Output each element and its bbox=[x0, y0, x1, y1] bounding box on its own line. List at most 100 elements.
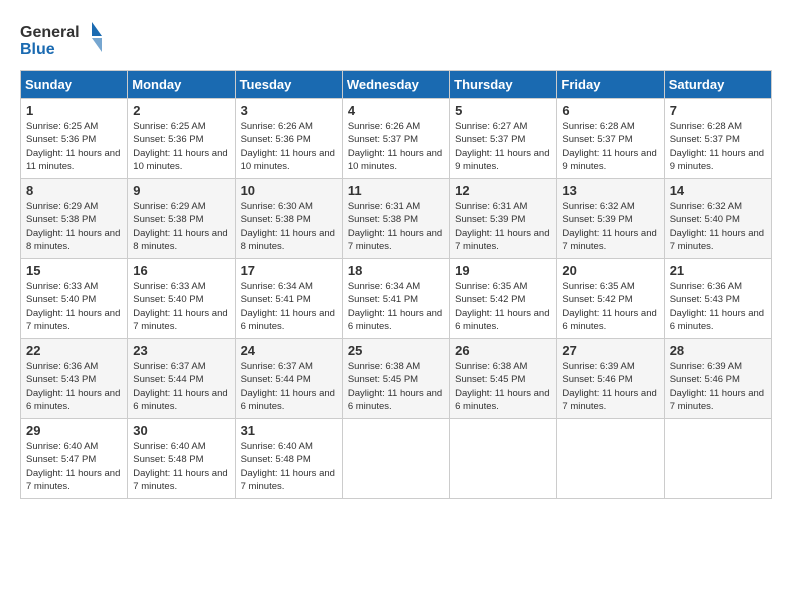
calendar-day-cell: 15 Sunrise: 6:33 AM Sunset: 5:40 PM Dayl… bbox=[21, 259, 128, 339]
calendar-day-cell: 23 Sunrise: 6:37 AM Sunset: 5:44 PM Dayl… bbox=[128, 339, 235, 419]
logo-svg: General Blue bbox=[20, 20, 110, 60]
svg-text:Blue: Blue bbox=[20, 41, 55, 58]
weekday-header: Thursday bbox=[450, 71, 557, 99]
day-info: Sunrise: 6:36 AM Sunset: 5:43 PM Dayligh… bbox=[26, 360, 122, 413]
day-info: Sunrise: 6:27 AM Sunset: 5:37 PM Dayligh… bbox=[455, 120, 551, 173]
day-number: 6 bbox=[562, 103, 658, 118]
day-number: 16 bbox=[133, 263, 229, 278]
calendar-header-row: SundayMondayTuesdayWednesdayThursdayFrid… bbox=[21, 71, 772, 99]
calendar-day-cell: 12 Sunrise: 6:31 AM Sunset: 5:39 PM Dayl… bbox=[450, 179, 557, 259]
day-info: Sunrise: 6:40 AM Sunset: 5:48 PM Dayligh… bbox=[133, 440, 229, 493]
weekday-header: Saturday bbox=[664, 71, 771, 99]
weekday-header: Sunday bbox=[21, 71, 128, 99]
day-info: Sunrise: 6:26 AM Sunset: 5:36 PM Dayligh… bbox=[241, 120, 337, 173]
day-info: Sunrise: 6:38 AM Sunset: 5:45 PM Dayligh… bbox=[455, 360, 551, 413]
calendar-day-cell bbox=[342, 419, 449, 499]
calendar-day-cell: 17 Sunrise: 6:34 AM Sunset: 5:41 PM Dayl… bbox=[235, 259, 342, 339]
day-info: Sunrise: 6:40 AM Sunset: 5:47 PM Dayligh… bbox=[26, 440, 122, 493]
calendar-week-row: 15 Sunrise: 6:33 AM Sunset: 5:40 PM Dayl… bbox=[21, 259, 772, 339]
day-number: 7 bbox=[670, 103, 766, 118]
calendar-day-cell: 22 Sunrise: 6:36 AM Sunset: 5:43 PM Dayl… bbox=[21, 339, 128, 419]
day-number: 10 bbox=[241, 183, 337, 198]
calendar-day-cell: 4 Sunrise: 6:26 AM Sunset: 5:37 PM Dayli… bbox=[342, 99, 449, 179]
calendar-day-cell: 24 Sunrise: 6:37 AM Sunset: 5:44 PM Dayl… bbox=[235, 339, 342, 419]
day-info: Sunrise: 6:29 AM Sunset: 5:38 PM Dayligh… bbox=[133, 200, 229, 253]
day-info: Sunrise: 6:31 AM Sunset: 5:38 PM Dayligh… bbox=[348, 200, 444, 253]
day-number: 24 bbox=[241, 343, 337, 358]
calendar-day-cell: 6 Sunrise: 6:28 AM Sunset: 5:37 PM Dayli… bbox=[557, 99, 664, 179]
day-number: 9 bbox=[133, 183, 229, 198]
day-info: Sunrise: 6:37 AM Sunset: 5:44 PM Dayligh… bbox=[241, 360, 337, 413]
day-number: 14 bbox=[670, 183, 766, 198]
calendar-day-cell: 1 Sunrise: 6:25 AM Sunset: 5:36 PM Dayli… bbox=[21, 99, 128, 179]
calendar-day-cell: 21 Sunrise: 6:36 AM Sunset: 5:43 PM Dayl… bbox=[664, 259, 771, 339]
day-number: 21 bbox=[670, 263, 766, 278]
day-info: Sunrise: 6:39 AM Sunset: 5:46 PM Dayligh… bbox=[562, 360, 658, 413]
day-info: Sunrise: 6:35 AM Sunset: 5:42 PM Dayligh… bbox=[562, 280, 658, 333]
calendar-day-cell: 20 Sunrise: 6:35 AM Sunset: 5:42 PM Dayl… bbox=[557, 259, 664, 339]
weekday-header: Monday bbox=[128, 71, 235, 99]
day-number: 23 bbox=[133, 343, 229, 358]
calendar-day-cell: 28 Sunrise: 6:39 AM Sunset: 5:46 PM Dayl… bbox=[664, 339, 771, 419]
calendar-day-cell: 8 Sunrise: 6:29 AM Sunset: 5:38 PM Dayli… bbox=[21, 179, 128, 259]
day-number: 15 bbox=[26, 263, 122, 278]
day-info: Sunrise: 6:39 AM Sunset: 5:46 PM Dayligh… bbox=[670, 360, 766, 413]
day-info: Sunrise: 6:31 AM Sunset: 5:39 PM Dayligh… bbox=[455, 200, 551, 253]
day-number: 19 bbox=[455, 263, 551, 278]
calendar-week-row: 22 Sunrise: 6:36 AM Sunset: 5:43 PM Dayl… bbox=[21, 339, 772, 419]
day-number: 25 bbox=[348, 343, 444, 358]
day-info: Sunrise: 6:34 AM Sunset: 5:41 PM Dayligh… bbox=[241, 280, 337, 333]
calendar-body: 1 Sunrise: 6:25 AM Sunset: 5:36 PM Dayli… bbox=[21, 99, 772, 499]
day-info: Sunrise: 6:25 AM Sunset: 5:36 PM Dayligh… bbox=[26, 120, 122, 173]
calendar-day-cell: 9 Sunrise: 6:29 AM Sunset: 5:38 PM Dayli… bbox=[128, 179, 235, 259]
weekday-header: Wednesday bbox=[342, 71, 449, 99]
calendar-week-row: 29 Sunrise: 6:40 AM Sunset: 5:47 PM Dayl… bbox=[21, 419, 772, 499]
calendar-day-cell: 31 Sunrise: 6:40 AM Sunset: 5:48 PM Dayl… bbox=[235, 419, 342, 499]
day-info: Sunrise: 6:33 AM Sunset: 5:40 PM Dayligh… bbox=[133, 280, 229, 333]
day-number: 28 bbox=[670, 343, 766, 358]
day-number: 31 bbox=[241, 423, 337, 438]
day-number: 12 bbox=[455, 183, 551, 198]
day-info: Sunrise: 6:32 AM Sunset: 5:39 PM Dayligh… bbox=[562, 200, 658, 253]
calendar-day-cell: 7 Sunrise: 6:28 AM Sunset: 5:37 PM Dayli… bbox=[664, 99, 771, 179]
calendar-table: SundayMondayTuesdayWednesdayThursdayFrid… bbox=[20, 70, 772, 499]
day-info: Sunrise: 6:29 AM Sunset: 5:38 PM Dayligh… bbox=[26, 200, 122, 253]
day-info: Sunrise: 6:37 AM Sunset: 5:44 PM Dayligh… bbox=[133, 360, 229, 413]
weekday-header: Tuesday bbox=[235, 71, 342, 99]
day-info: Sunrise: 6:38 AM Sunset: 5:45 PM Dayligh… bbox=[348, 360, 444, 413]
day-info: Sunrise: 6:28 AM Sunset: 5:37 PM Dayligh… bbox=[670, 120, 766, 173]
day-number: 4 bbox=[348, 103, 444, 118]
calendar-day-cell: 19 Sunrise: 6:35 AM Sunset: 5:42 PM Dayl… bbox=[450, 259, 557, 339]
calendar-day-cell: 5 Sunrise: 6:27 AM Sunset: 5:37 PM Dayli… bbox=[450, 99, 557, 179]
day-number: 22 bbox=[26, 343, 122, 358]
day-number: 30 bbox=[133, 423, 229, 438]
calendar-day-cell: 3 Sunrise: 6:26 AM Sunset: 5:36 PM Dayli… bbox=[235, 99, 342, 179]
day-info: Sunrise: 6:30 AM Sunset: 5:38 PM Dayligh… bbox=[241, 200, 337, 253]
calendar-day-cell: 2 Sunrise: 6:25 AM Sunset: 5:36 PM Dayli… bbox=[128, 99, 235, 179]
day-number: 2 bbox=[133, 103, 229, 118]
calendar-day-cell: 14 Sunrise: 6:32 AM Sunset: 5:40 PM Dayl… bbox=[664, 179, 771, 259]
day-number: 26 bbox=[455, 343, 551, 358]
calendar-day-cell: 11 Sunrise: 6:31 AM Sunset: 5:38 PM Dayl… bbox=[342, 179, 449, 259]
calendar-day-cell bbox=[450, 419, 557, 499]
day-info: Sunrise: 6:40 AM Sunset: 5:48 PM Dayligh… bbox=[241, 440, 337, 493]
day-info: Sunrise: 6:32 AM Sunset: 5:40 PM Dayligh… bbox=[670, 200, 766, 253]
day-number: 3 bbox=[241, 103, 337, 118]
calendar-day-cell: 16 Sunrise: 6:33 AM Sunset: 5:40 PM Dayl… bbox=[128, 259, 235, 339]
calendar-day-cell: 27 Sunrise: 6:39 AM Sunset: 5:46 PM Dayl… bbox=[557, 339, 664, 419]
day-number: 17 bbox=[241, 263, 337, 278]
day-number: 29 bbox=[26, 423, 122, 438]
day-number: 11 bbox=[348, 183, 444, 198]
page-header: General Blue bbox=[20, 20, 772, 60]
day-number: 5 bbox=[455, 103, 551, 118]
weekday-header: Friday bbox=[557, 71, 664, 99]
calendar-day-cell: 18 Sunrise: 6:34 AM Sunset: 5:41 PM Dayl… bbox=[342, 259, 449, 339]
day-number: 1 bbox=[26, 103, 122, 118]
day-number: 27 bbox=[562, 343, 658, 358]
calendar-day-cell bbox=[557, 419, 664, 499]
calendar-day-cell bbox=[664, 419, 771, 499]
day-info: Sunrise: 6:34 AM Sunset: 5:41 PM Dayligh… bbox=[348, 280, 444, 333]
day-info: Sunrise: 6:33 AM Sunset: 5:40 PM Dayligh… bbox=[26, 280, 122, 333]
logo: General Blue bbox=[20, 20, 110, 60]
calendar-day-cell: 29 Sunrise: 6:40 AM Sunset: 5:47 PM Dayl… bbox=[21, 419, 128, 499]
